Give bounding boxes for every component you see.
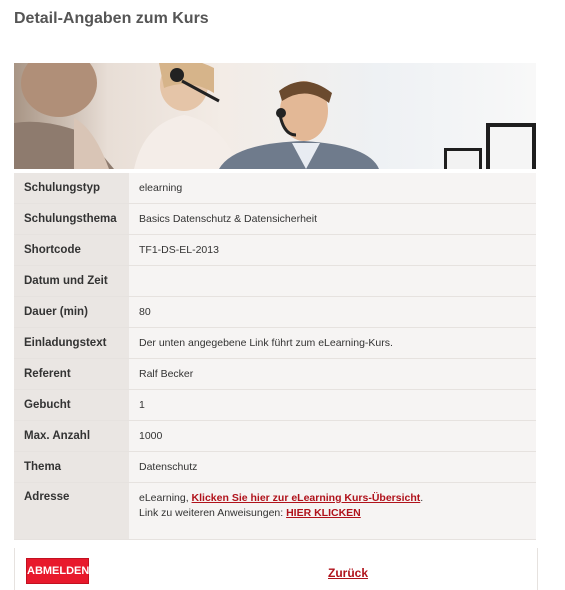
row-value: 1 [129,389,536,421]
row-value: 80 [129,296,536,328]
table-row: Thema Datenschutz [14,451,536,483]
table-row: Shortcode TF1-DS-EL-2013 [14,234,536,266]
row-label: Shortcode [14,234,129,266]
table-row: Datum und Zeit [14,265,536,297]
table-row: Dauer (min) 80 [14,296,536,328]
table-row: Gebucht 1 [14,389,536,421]
row-label: Datum und Zeit [14,265,129,297]
course-details-table: Schulungstyp elearning Schulungsthema Ba… [14,173,536,540]
row-value: Datenschutz [129,451,536,483]
row-label: Dauer (min) [14,296,129,328]
abmelden-button[interactable]: ABMELDEN [26,558,89,584]
row-value: Der unten angegebene Link führt zum eLea… [129,327,536,359]
address-suffix: . [420,492,424,504]
row-value [129,265,536,297]
row-label: Adresse [14,482,129,540]
back-link[interactable]: Zurück [328,566,368,580]
course-overview-link[interactable]: Klicken Sie hier zur eLearning Kurs-Über… [192,492,421,504]
table-row: Einladungstext Der unten angegebene Link… [14,327,536,359]
instructions-prefix: Link zu weiteren Anweisungen: [139,507,287,519]
row-label: Gebucht [14,389,129,421]
instructions-link[interactable]: HIER KLICKEN [286,507,361,519]
row-label: Max. Anzahl [14,420,129,452]
table-row: Referent Ralf Becker [14,358,536,390]
address-prefix: eLearning, [139,492,192,504]
row-label: Schulungsthema [14,203,129,235]
row-label: Referent [14,358,129,390]
row-label: Thema [14,451,129,483]
row-value: TF1-DS-EL-2013 [129,234,536,266]
page-title: Detail-Angaben zum Kurs [14,10,209,27]
header-banner-image [14,63,536,169]
row-value: Basics Datenschutz & Datensicherheit [129,203,536,235]
row-label: Schulungstyp [14,173,129,204]
row-value: Ralf Becker [129,358,536,390]
footer-actions: ABMELDEN Zurück [14,548,538,590]
table-row-address: Adresse eLearning, Klicken Sie hier zur … [14,482,536,540]
row-value: elearning [129,173,536,204]
row-label: Einladungstext [14,327,129,359]
row-value: 1000 [129,420,536,452]
table-row: Schulungsthema Basics Datenschutz & Date… [14,203,536,235]
table-row: Max. Anzahl 1000 [14,420,536,452]
table-row: Schulungstyp elearning [14,173,536,204]
address-value: eLearning, Klicken Sie hier zur eLearnin… [129,482,536,540]
